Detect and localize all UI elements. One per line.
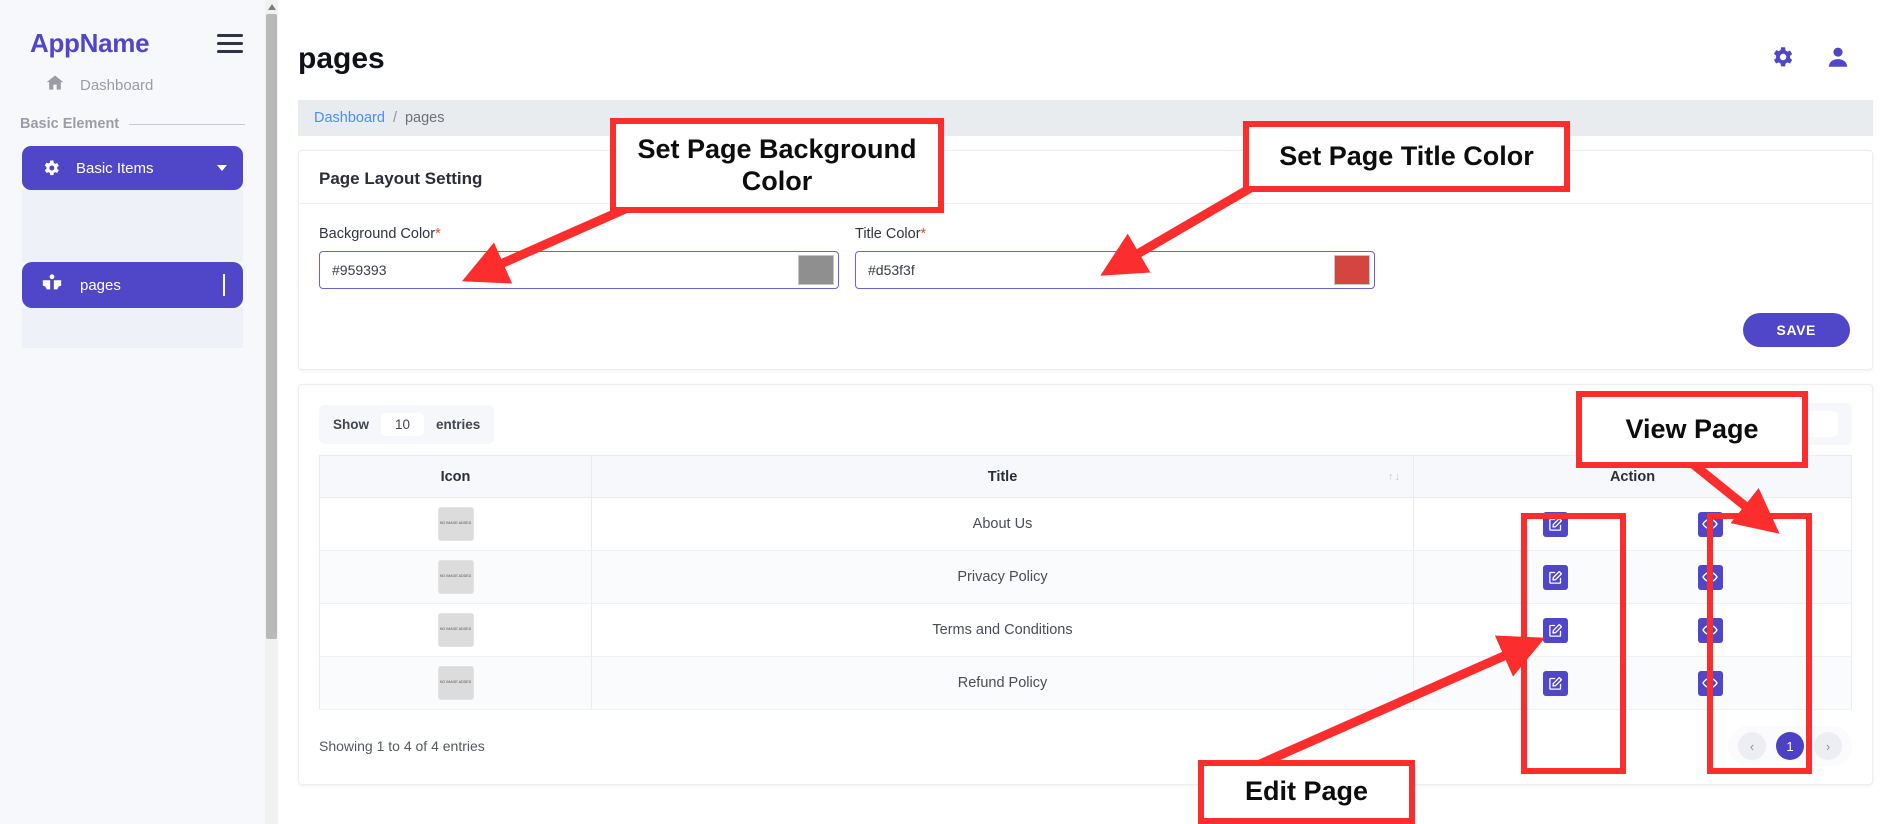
gear-icon[interactable] (1769, 44, 1795, 75)
sidebar-section-basic-element: Basic Element (0, 98, 265, 132)
pagination-next-button[interactable]: › (1814, 732, 1842, 760)
cell-title: Terms and Conditions (592, 604, 1414, 657)
annotation-set-background-color: Set Page Background Color (610, 118, 944, 213)
color-form-row: Background Color* Title Color* (299, 204, 1872, 295)
cell-icon: NO IMAGE ADDED (320, 551, 592, 604)
page-layout-setting-title: Page Layout Setting (299, 151, 1872, 204)
title-color-input[interactable] (856, 252, 1334, 288)
sidebar-brand-row: AppName (0, 0, 265, 59)
entries-summary: Showing 1 to 4 of 4 entries (319, 738, 485, 754)
title-color-field: Title Color* (855, 226, 1375, 289)
background-color-label: Background Color* (319, 226, 839, 242)
scrollbar-thumb[interactable] (266, 14, 277, 639)
active-indicator-bar (223, 274, 225, 296)
cell-icon: NO IMAGE ADDED (320, 498, 592, 551)
page-thumbnail-placeholder: NO IMAGE ADDED (438, 613, 474, 647)
sidebar-item-dashboard-label: Dashboard (80, 77, 153, 94)
entries-label: entries (436, 417, 480, 432)
sidebar-section-label: Basic Element (20, 116, 119, 132)
cell-title: Privacy Policy (592, 551, 1414, 604)
background-color-input[interactable] (320, 252, 798, 288)
sidebar-item-basic-items-label: Basic Items (76, 160, 217, 177)
annotation-view-page: View Page (1576, 391, 1808, 468)
page-layout-setting-card: Page Layout Setting Background Color* Ti… (298, 150, 1873, 370)
sort-indicator-icon[interactable]: ↑↓ (1388, 471, 1401, 483)
home-icon (44, 73, 66, 98)
breadcrumb-current: pages (405, 110, 445, 126)
sidebar-item-dashboard[interactable]: Dashboard (0, 59, 265, 98)
breadcrumb: Dashboard / pages (298, 100, 1873, 136)
column-header-icon[interactable]: Icon (320, 456, 592, 498)
sidebar-submenu-area (22, 190, 243, 262)
annotation-highlight-view-column (1707, 513, 1812, 774)
column-header-title-text: Title (988, 469, 1018, 485)
user-icon[interactable] (1825, 44, 1851, 75)
page-thumbnail-placeholder: NO IMAGE ADDED (438, 560, 474, 594)
cell-title: Refund Policy (592, 657, 1414, 710)
required-asterisk: * (435, 226, 441, 242)
scroll-up-arrow-icon[interactable] (268, 4, 276, 10)
table-footer: Showing 1 to 4 of 4 entries ‹ 1 › (299, 710, 1872, 784)
background-color-field: Background Color* (319, 226, 839, 289)
column-header-title[interactable]: Title ↑↓ (592, 456, 1414, 498)
required-asterisk: * (921, 226, 927, 242)
gear-icon (38, 158, 64, 178)
sidebar-scrollbar[interactable] (265, 0, 278, 824)
title-color-input-wrap[interactable] (855, 251, 1375, 289)
hamburger-icon[interactable] (217, 29, 243, 58)
save-button[interactable]: SAVE (1743, 313, 1851, 347)
annotation-edit-page: Edit Page (1198, 760, 1415, 824)
cell-icon: NO IMAGE ADDED (320, 604, 592, 657)
sidebar-item-basic-items[interactable]: Basic Items (22, 146, 243, 190)
book-icon (40, 272, 64, 299)
sidebar-submenu-filler (22, 308, 243, 348)
title-color-label-text: Title Color (855, 226, 921, 242)
show-label: Show (333, 417, 369, 432)
breadcrumb-separator: / (393, 110, 397, 126)
sidebar-section-divider (129, 124, 245, 125)
save-row: SAVE (299, 295, 1872, 369)
background-color-label-text: Background Color (319, 226, 435, 242)
title-color-label: Title Color* (855, 226, 1375, 242)
background-color-input-wrap[interactable] (319, 251, 839, 289)
show-entries-control[interactable]: Show 10 entries (319, 405, 494, 444)
sidebar: AppName Dashboard Basic Element B (0, 0, 265, 824)
cell-title: About Us (592, 498, 1414, 551)
page-title: pages (298, 42, 385, 76)
top-bar-icons (1769, 44, 1851, 75)
cell-icon: NO IMAGE ADDED (320, 657, 592, 710)
app-root: AppName Dashboard Basic Element B (0, 0, 1893, 824)
title-color-swatch[interactable] (1334, 255, 1370, 285)
breadcrumb-link-dashboard[interactable]: Dashboard (314, 110, 385, 126)
annotation-set-title-color: Set Page Title Color (1243, 121, 1570, 192)
page-thumbnail-placeholder: NO IMAGE ADDED (438, 666, 474, 700)
top-bar: pages (278, 0, 1893, 92)
chevron-down-icon[interactable] (217, 165, 227, 171)
entries-count-select[interactable]: 10 (381, 413, 424, 436)
sidebar-item-pages-label: pages (80, 277, 223, 294)
app-brand: AppName (30, 28, 149, 59)
sidebar-item-pages[interactable]: pages (22, 262, 243, 308)
annotation-highlight-edit-column (1521, 513, 1626, 774)
background-color-swatch[interactable] (798, 255, 834, 285)
page-thumbnail-placeholder: NO IMAGE ADDED (438, 507, 474, 541)
